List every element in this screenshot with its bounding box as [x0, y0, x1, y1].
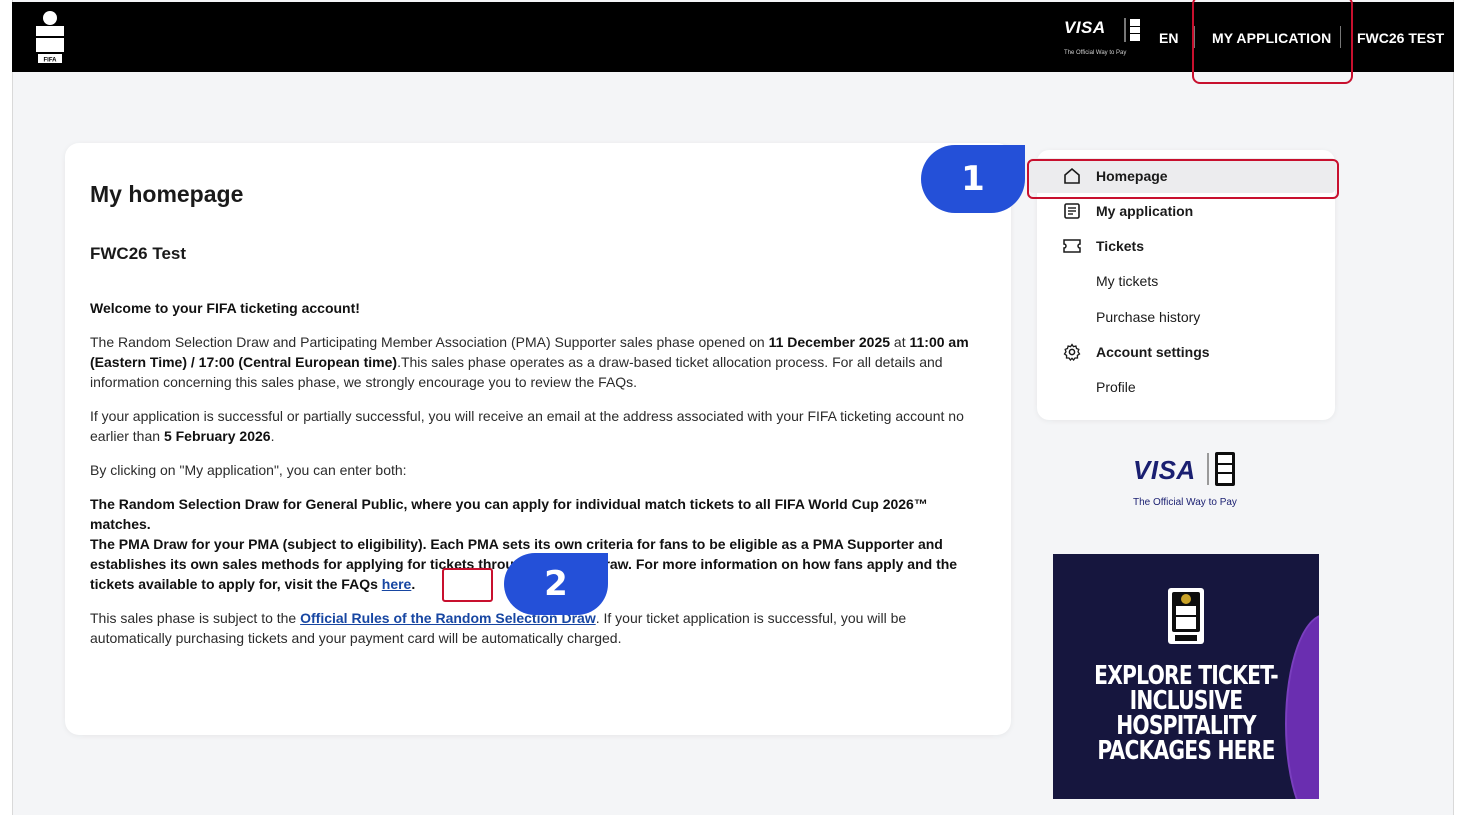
sidebar-item-profile[interactable]: Profile — [1037, 369, 1335, 404]
gear-icon — [1063, 343, 1081, 361]
document-icon — [1064, 203, 1080, 219]
fifa-emblem-icon — [1207, 452, 1235, 486]
homepage-content-card: My homepage FWC26 Test Welcome to your F… — [65, 143, 1011, 735]
step-badge-2: 2 — [504, 553, 608, 615]
highlight-my-application — [1192, 0, 1353, 84]
ticket-icon — [1063, 239, 1081, 253]
visa-wordmark: VISA — [1064, 18, 1106, 37]
sidebar-item-tickets[interactable]: Tickets — [1037, 228, 1335, 263]
user-account-menu[interactable]: FWC26 TEST — [1357, 30, 1444, 46]
sidebar-item-my-tickets[interactable]: My tickets — [1037, 263, 1335, 298]
promo-headline: EXPLORE TICKET-INCLUSIVE HOSPITALITY PAC… — [1094, 661, 1279, 766]
visa-tagline: The Official Way to Pay — [1064, 50, 1127, 56]
step-badge-1: 1 — [921, 145, 1025, 213]
highlight-faq-link — [442, 568, 493, 602]
highlight-homepage — [1027, 159, 1339, 199]
page-title: My homepage — [90, 181, 244, 207]
fifa-logo[interactable]: FIFA — [28, 8, 72, 66]
fifa-emblem-icon — [1124, 18, 1140, 42]
visa-wordmark: VISA — [1133, 455, 1196, 485]
account-name: FWC26 Test — [90, 244, 187, 263]
hospitality-promo-banner[interactable]: EXPLORE TICKET-INCLUSIVE HOSPITALITY PAC… — [1053, 554, 1319, 799]
visa-sponsor-block: VISA The Official Way to Pay — [1133, 451, 1243, 511]
language-selector[interactable]: EN — [1159, 30, 1178, 46]
visa-sponsor-logo: VISA The Official Way to Pay — [1064, 18, 1146, 62]
svg-text:FIFA: FIFA — [44, 58, 58, 64]
welcome-heading: Welcome to your FIFA ticketing account! — [90, 300, 360, 316]
decorative-arc — [1285, 614, 1319, 799]
sidebar-item-purchase-history[interactable]: Purchase history — [1037, 299, 1335, 334]
sidebar-item-account-settings[interactable]: Account settings — [1037, 334, 1335, 369]
paragraph-sales-phase: The Random Selection Draw and Participat… — [90, 334, 969, 390]
fifa-hospitality-emblem-icon — [1168, 588, 1204, 644]
paragraph-my-application: By clicking on "My application", you can… — [90, 462, 407, 478]
faq-here-link[interactable]: here — [382, 576, 412, 592]
paragraph-notification: If your application is successful or par… — [90, 408, 964, 444]
visa-tagline: The Official Way to Pay — [1133, 497, 1237, 508]
